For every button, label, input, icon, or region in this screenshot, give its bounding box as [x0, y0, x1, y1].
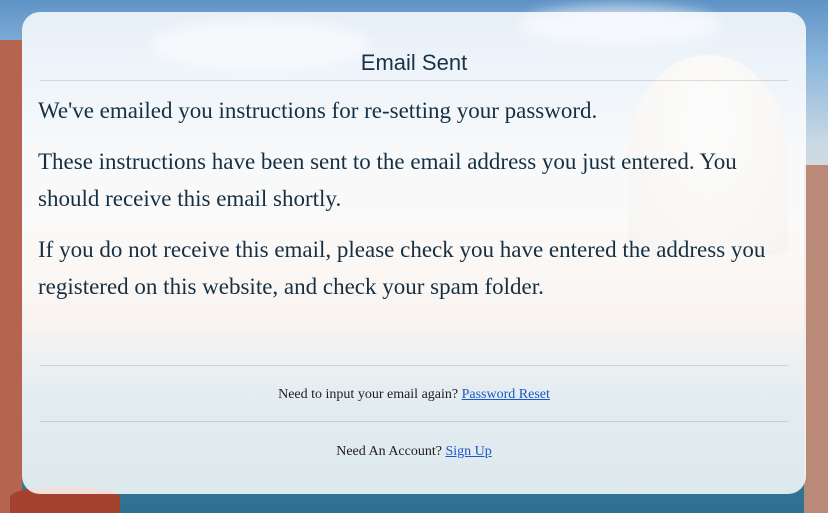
- sign-up-link[interactable]: Sign Up: [445, 444, 491, 459]
- title-divider: [40, 80, 788, 81]
- footer-divider: [40, 365, 788, 366]
- message-paragraph: If you do not receive this email, please…: [38, 237, 766, 299]
- password-reset-link[interactable]: Password Reset: [462, 387, 550, 402]
- password-reset-prompt: Need to input your email again?: [278, 387, 462, 402]
- message-paragraph: These instructions have been sent to the…: [38, 149, 737, 211]
- password-reset-row: Need to input your email again? Password…: [22, 388, 806, 402]
- email-sent-card: Email Sent We've emailed you instruction…: [22, 12, 806, 494]
- sign-up-row: Need An Account? Sign Up: [22, 445, 806, 459]
- sign-up-prompt: Need An Account?: [336, 444, 446, 459]
- message-paragraph: We've emailed you instructions for re-se…: [38, 98, 598, 123]
- footer-divider: [40, 421, 788, 422]
- card-title: Email Sent: [360, 50, 468, 75]
- message-body: We've emailed you instructions for re-se…: [38, 92, 766, 319]
